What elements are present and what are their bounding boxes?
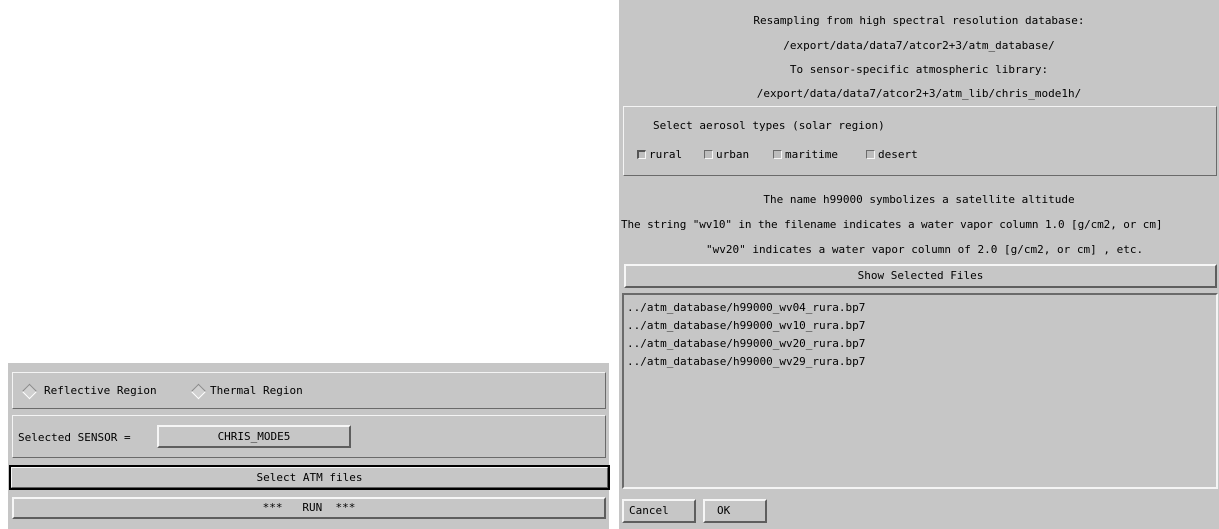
reflective-region-label: Reflective Region <box>44 384 157 397</box>
aerosol-frame: Select aerosol types (solar region) rura… <box>623 106 1217 176</box>
maritime-label: maritime <box>785 148 838 161</box>
selected-files-list[interactable]: ../atm_database/h99000_wv04_rura.bp7 ../… <box>622 293 1218 489</box>
thermal-region-radio[interactable]: Thermal Region <box>185 373 335 408</box>
header-line-4: /export/data/data7/atcor2+3/atm_lib/chri… <box>756 87 1082 100</box>
ok-button[interactable]: OK <box>703 499 767 523</box>
aerosol-rural-checkbox[interactable]: rural <box>634 147 698 163</box>
maritime-check-indicator <box>773 150 782 159</box>
desert-check-indicator <box>866 150 875 159</box>
file-list-item[interactable]: ../atm_database/h99000_wv29_rura.bp7 <box>627 355 865 368</box>
urban-check-indicator <box>704 150 713 159</box>
aerosol-desert-checkbox[interactable]: desert <box>863 147 938 163</box>
rural-label: rural <box>649 148 683 161</box>
sensor-select-value: CHRIS_MODE5 <box>217 430 291 443</box>
select-atm-files-label: Select ATM files <box>256 471 363 484</box>
run-button[interactable]: *** RUN *** <box>12 497 606 519</box>
sensor-select-button[interactable]: CHRIS_MODE5 <box>157 425 351 448</box>
thermal-region-label: Thermal Region <box>210 384 303 397</box>
file-list-item[interactable]: ../atm_database/h99000_wv20_rura.bp7 <box>627 337 865 350</box>
aerosol-urban-checkbox[interactable]: urban <box>701 147 766 163</box>
resampling-dialog: Resampling from high spectral resolution… <box>619 0 1219 529</box>
aerosol-maritime-checkbox[interactable]: maritime <box>770 147 855 163</box>
rural-check-indicator <box>637 150 646 159</box>
reflective-radio-indicator <box>21 383 38 400</box>
run-button-label: *** RUN *** <box>262 501 356 514</box>
desert-label: desert <box>878 148 918 161</box>
show-selected-files-label: Show Selected Files <box>857 269 984 282</box>
header-line-1: Resampling from high spectral resolution… <box>753 14 1085 27</box>
urban-label: urban <box>716 148 750 161</box>
file-list-item[interactable]: ../atm_database/h99000_wv10_rura.bp7 <box>627 319 865 332</box>
info-line-1: The name h99000 symbolizes a satellite a… <box>763 193 1075 206</box>
selected-sensor-label: Selected SENSOR = <box>18 431 131 444</box>
region-frame: Reflective Region Thermal Region <box>12 372 606 409</box>
select-atm-files-button[interactable]: Select ATM files <box>9 465 610 490</box>
cancel-button-label: Cancel <box>629 504 669 517</box>
file-list-item[interactable]: ../atm_database/h99000_wv04_rura.bp7 <box>627 301 865 314</box>
ok-button-label: OK <box>717 504 731 517</box>
aerosol-title: Select aerosol types (solar region) <box>653 119 885 132</box>
thermal-radio-indicator <box>190 383 207 400</box>
header-line-2: /export/data/data7/atcor2+3/atm_database… <box>783 39 1055 52</box>
info-line-2: The string "wv10" in the filename indica… <box>621 218 1163 231</box>
reflective-region-radio[interactable]: Reflective Region <box>13 373 183 408</box>
sensor-frame: Selected SENSOR = CHRIS_MODE5 <box>12 415 606 458</box>
sensor-control-panel: Reflective Region Thermal Region Selecte… <box>8 363 610 529</box>
header-line-3: To sensor-specific atmospheric library: <box>789 63 1049 76</box>
cancel-button[interactable]: Cancel <box>622 499 696 523</box>
info-line-3: "wv20" indicates a water vapor column of… <box>706 243 1144 256</box>
show-selected-files-button[interactable]: Show Selected Files <box>624 264 1217 288</box>
